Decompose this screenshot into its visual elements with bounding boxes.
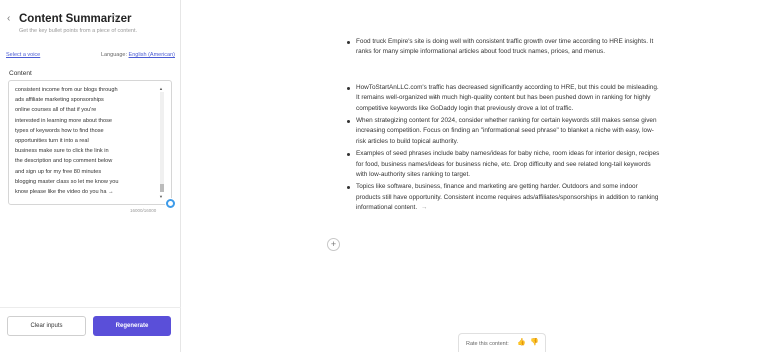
content-line: business make sure to click the link in [15, 148, 109, 155]
content-line: online courses all of that if you're [15, 107, 97, 114]
content-line: and sign up for my free 80 minutes [15, 168, 102, 175]
voice-row: Select a voice Language: English (Americ… [6, 52, 175, 60]
summary-list: Food truck Empire's site is doing well w… [345, 37, 661, 214]
language-value-link[interactable]: English (American) [129, 52, 175, 58]
page-subtitle: Get the key bullet points from a piece o… [19, 28, 138, 34]
rating-label: Rate this content: [466, 341, 509, 347]
summary-bullet: HowToStartAnLLC.com's traffic has decrea… [345, 83, 661, 114]
content-line: consistent income from our blogs through [15, 87, 118, 93]
content-text: consistent income from our blogs through… [15, 85, 155, 197]
content-line: know please like the video do you ha → [15, 189, 114, 196]
continue-arrow-icon[interactable]: → [421, 204, 427, 211]
character-count: 16000/16000 [130, 208, 157, 213]
summary-bullet-last: Topics like software, business, finance … [345, 182, 661, 213]
assistant-badge-icon[interactable] [165, 198, 176, 209]
language-selector: Language: English (American) [101, 52, 175, 58]
scroll-up-icon[interactable]: ▲ [159, 86, 163, 91]
language-label: Language: [101, 52, 127, 58]
content-line: the description and top comment below [15, 158, 113, 165]
add-block-button[interactable]: + [327, 238, 340, 251]
content-line: opportunities turn it into a real [15, 138, 89, 145]
textarea-scrollbar[interactable]: ▲ ▼ [159, 86, 165, 199]
summary-bullet: Food truck Empire's site is doing well w… [345, 37, 661, 58]
summary-panel: Food truck Empire's site is doing well w… [182, 0, 768, 352]
thumbs-up-icon[interactable]: 👍 [517, 338, 526, 346]
sidebar-footer: Clear inputs Regenerate [0, 307, 181, 352]
summary-bullet: When strategizing content for 2024, cons… [345, 116, 661, 147]
scroll-down-icon[interactable]: ▼ [159, 194, 163, 199]
select-voice-link[interactable]: Select a voice [6, 52, 40, 58]
text-cursor-icon: ← [432, 92, 440, 101]
summary-bullet: Examples of seed phrases include baby na… [345, 149, 661, 180]
clear-inputs-button[interactable]: Clear inputs [7, 316, 86, 336]
content-line: blogging master class so let me know you [15, 178, 119, 185]
scrollbar-track[interactable] [160, 92, 164, 192]
star-icon[interactable]: ☆ [110, 13, 119, 25]
content-line: interested in learning more about those [15, 117, 113, 124]
regenerate-button[interactable]: Regenerate [93, 316, 171, 336]
summary-bullet-text: Topics like software, business, finance … [356, 183, 659, 212]
content-textarea[interactable]: consistent income from our blogs through… [8, 80, 172, 205]
thumbs-down-icon[interactable]: 👎 [530, 338, 539, 346]
tool-header: ‹ Content Summarizer ☆ Get the key bulle… [0, 0, 181, 40]
content-label: Content [9, 70, 32, 77]
content-line: ads affiliate marketing sponsorships [15, 97, 104, 104]
scrollbar-thumb[interactable] [160, 184, 164, 192]
content-line: types of keywords how to find those [15, 127, 104, 134]
sidebar: ‹ Content Summarizer ☆ Get the key bulle… [0, 0, 181, 352]
rating-bar: Rate this content: 👍 👎 [458, 333, 546, 352]
chevron-left-icon[interactable]: ‹ [7, 14, 10, 24]
